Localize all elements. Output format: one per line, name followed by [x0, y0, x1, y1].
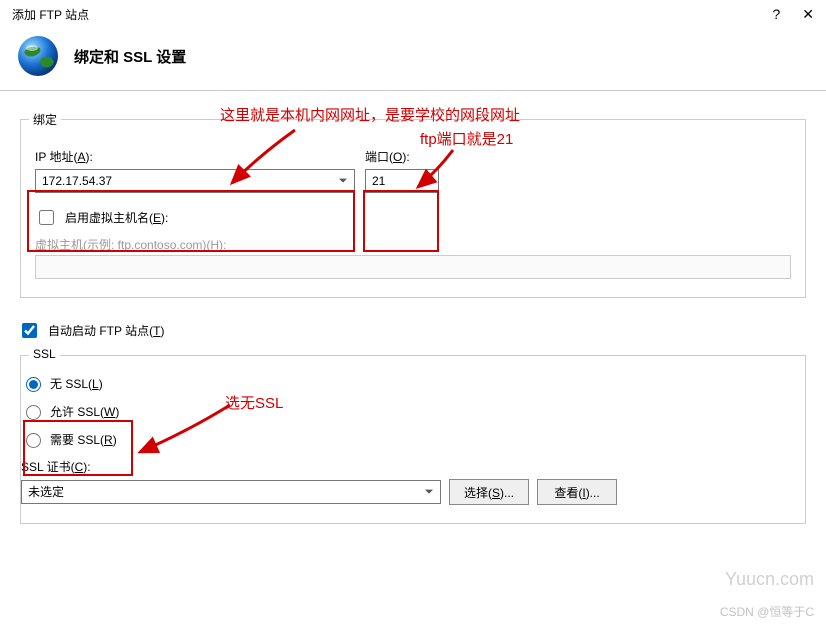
window-title: 添加 FTP 站点 — [12, 6, 89, 23]
ssl-cert-select[interactable]: 未选定 — [21, 480, 441, 504]
help-button[interactable]: ? — [772, 6, 780, 23]
ip-address-label: IP 地址(A): — [35, 148, 355, 165]
dialog-header: 绑定和 SSL 设置 — [0, 28, 826, 90]
port-label: 端口(O): — [365, 148, 439, 165]
page-title: 绑定和 SSL 设置 — [74, 46, 186, 67]
watermark-site: Yuucn.com — [725, 569, 814, 590]
globe-icon — [16, 34, 60, 78]
watermark-credit: CSDN @恒等于C — [720, 603, 814, 620]
ssl-group: SSL 无 SSL(L) 允许 SSL(W) 需要 SSL(R) SSL 证书(… — [20, 355, 806, 524]
enable-vhost-checkbox[interactable] — [39, 210, 54, 225]
ip-address-select[interactable]: 172.17.54.37 — [35, 169, 355, 193]
enable-vhost-label: 启用虚拟主机名(E): — [65, 209, 168, 226]
ssl-group-label: SSL — [29, 347, 60, 361]
ssl-require-label: 需要 SSL(R) — [50, 431, 117, 448]
auto-start-checkbox[interactable] — [22, 323, 37, 338]
ssl-allow-radio[interactable] — [26, 405, 41, 420]
binding-group-label: 绑定 — [29, 111, 61, 128]
port-input[interactable] — [365, 169, 439, 193]
ssl-allow-label: 允许 SSL(W) — [50, 403, 119, 420]
ssl-cert-label: SSL 证书(C): — [21, 458, 791, 475]
vhost-input — [35, 255, 791, 279]
ssl-require-radio[interactable] — [26, 433, 41, 448]
ssl-view-button[interactable]: 查看(I)... — [537, 479, 617, 505]
ssl-none-radio[interactable] — [26, 377, 41, 392]
auto-start-label: 自动启动 FTP 站点(T) — [48, 322, 164, 339]
close-button[interactable]: ✕ — [802, 6, 814, 23]
ssl-none-label: 无 SSL(L) — [50, 375, 103, 392]
binding-group: 绑定 IP 地址(A): 172.17.54.37 端口(O): — [20, 119, 806, 298]
titlebar: 添加 FTP 站点 ? ✕ — [0, 0, 826, 28]
vhost-example-label: 虚拟主机(示例: ftp.contoso.com)(H): — [35, 236, 791, 253]
ssl-select-button[interactable]: 选择(S)... — [449, 479, 529, 505]
